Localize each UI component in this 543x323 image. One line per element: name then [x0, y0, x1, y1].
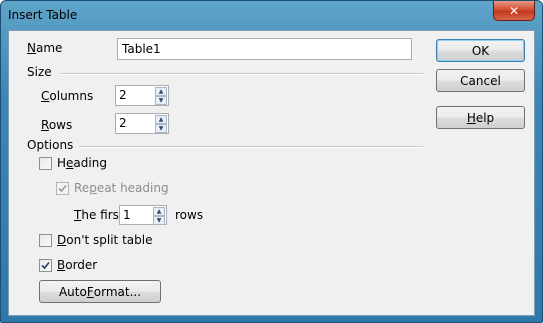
- help-label-mnemonic: H: [466, 110, 476, 125]
- repeat-heading-label: Repeat heading: [74, 181, 169, 195]
- spin-up-icon[interactable]: ▲: [155, 115, 167, 124]
- dialog-window: Insert Table ✕ Name Size Columns 2 ▲ ▼ R…: [0, 0, 543, 323]
- repeat-heading-label-mnemonic: p: [89, 181, 97, 195]
- rows-label-rest: ows: [48, 118, 73, 132]
- spin-up-icon[interactable]: ▲: [155, 87, 167, 96]
- spin-down-icon[interactable]: ▼: [155, 124, 167, 133]
- autoformat-label-pre: Auto: [58, 284, 87, 299]
- help-label-rest: elp: [475, 110, 495, 125]
- options-separator: [79, 146, 423, 148]
- size-section-label: Size: [27, 65, 52, 79]
- dont-split-table-checkbox[interactable]: [39, 234, 52, 247]
- dont-split-label-mnemonic: D: [57, 233, 67, 247]
- rows-value: 2: [119, 116, 127, 130]
- autoformat-button[interactable]: Auto Format...: [39, 280, 161, 303]
- options-section-label: Options: [27, 138, 74, 152]
- columns-value: 2: [119, 88, 127, 102]
- columns-label-rest: olumns: [49, 89, 94, 103]
- heading-label: Heading: [57, 156, 107, 170]
- size-separator: [61, 73, 423, 75]
- border-label: Border: [57, 258, 97, 272]
- heading-label-rest: ading: [73, 156, 107, 170]
- rows-label: Rows: [41, 118, 72, 132]
- cancel-button[interactable]: Cancel: [436, 69, 525, 92]
- repeat-heading-label-rest: eat heading: [96, 181, 169, 195]
- columns-spinbox[interactable]: 2 ▲ ▼: [115, 85, 169, 106]
- ok-button[interactable]: OK: [436, 39, 525, 62]
- rows-label-mnemonic: R: [41, 118, 49, 132]
- border-label-rest: order: [65, 258, 98, 272]
- repeat-heading-checkbox[interactable]: [56, 182, 69, 195]
- dont-split-label-rest: on't split table: [66, 233, 153, 247]
- dont-split-table-label: Don't split table: [57, 233, 152, 247]
- rows-suffix-label: rows: [175, 208, 204, 222]
- spin-up-icon[interactable]: ▲: [153, 207, 165, 216]
- the-first-value: 1: [123, 208, 131, 222]
- dialog-content: Name Size Columns 2 ▲ ▼ Rows 2 ▲ ▼ Opti: [8, 30, 535, 316]
- the-first-spinbox[interactable]: 1 ▲ ▼: [119, 205, 167, 225]
- border-checkbox[interactable]: [39, 259, 52, 272]
- rows-spin-buttons: ▲ ▼: [155, 115, 167, 133]
- name-label-rest: ame: [35, 41, 63, 55]
- help-button[interactable]: Help: [436, 106, 525, 129]
- name-input[interactable]: [117, 38, 412, 60]
- spin-down-icon[interactable]: ▼: [155, 96, 167, 105]
- dialog-title: Insert Table: [8, 8, 78, 22]
- border-label-mnemonic: B: [57, 258, 66, 272]
- checkmark-icon: [58, 184, 67, 193]
- the-first-label: The first: [74, 208, 124, 222]
- spin-down-icon[interactable]: ▼: [153, 216, 165, 225]
- rows-spinbox[interactable]: 2 ▲ ▼: [115, 113, 169, 134]
- heading-label-pre: H: [57, 156, 67, 170]
- the-first-spin-buttons: ▲ ▼: [153, 207, 165, 225]
- the-first-label-rest: he first: [81, 208, 124, 222]
- autoformat-label-rest: ormat...: [93, 284, 142, 299]
- close-button[interactable]: ✕: [493, 1, 535, 21]
- name-label: Name: [27, 41, 62, 55]
- checkmark-icon: [41, 261, 50, 270]
- repeat-heading-label-pre: Re: [74, 181, 90, 195]
- heading-checkbox[interactable]: [39, 157, 52, 170]
- columns-label: Columns: [41, 89, 93, 103]
- autoformat-label-mnemonic: F: [86, 284, 94, 299]
- name-label-mnemonic: N: [27, 41, 36, 55]
- close-icon: ✕: [508, 3, 520, 18]
- columns-spin-buttons: ▲ ▼: [155, 87, 167, 105]
